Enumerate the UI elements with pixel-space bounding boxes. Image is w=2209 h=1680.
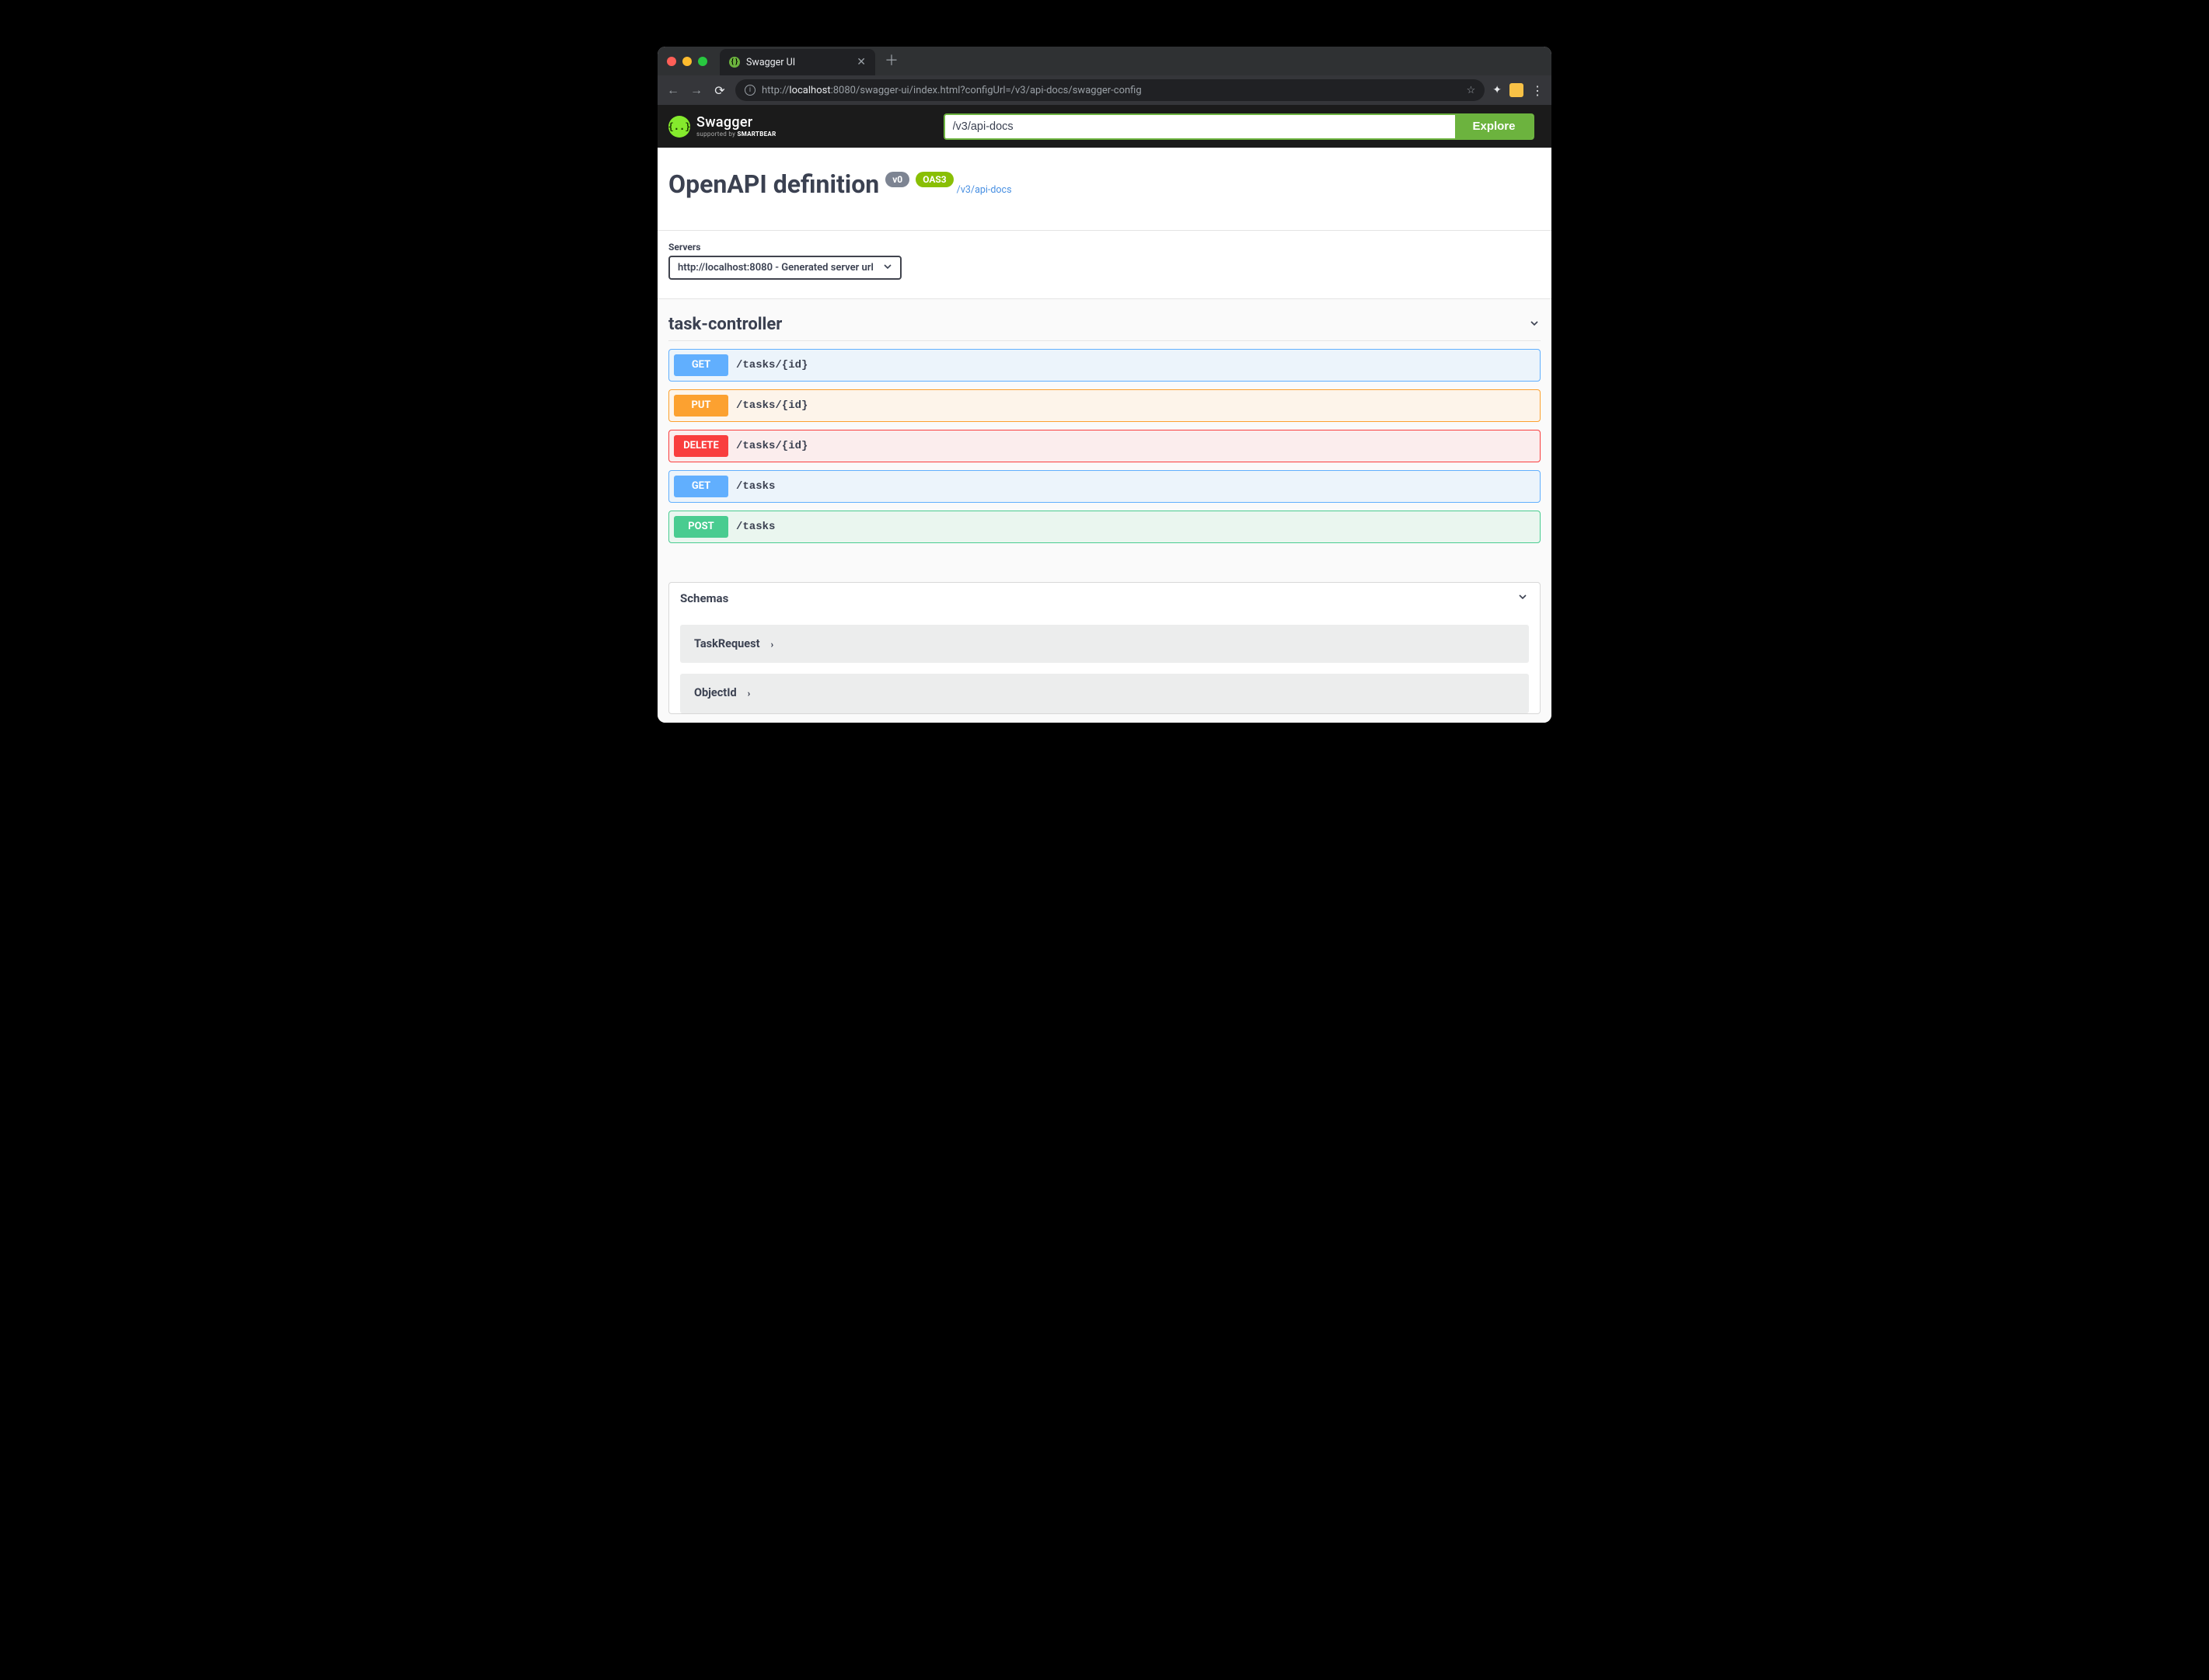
site-info-icon[interactable]: i: [745, 85, 756, 96]
schemas-heading: Schemas: [680, 591, 728, 605]
browser-window: { } Swagger UI ✕ ＋ ← → ⟳ i http://localh…: [658, 47, 1551, 723]
swagger-logo-icon: {..}: [668, 116, 690, 138]
url-host: localhost: [789, 85, 830, 96]
new-tab-button[interactable]: ＋: [885, 54, 899, 68]
tag-section: task-controller GET/tasks/{id}PUT/tasks/…: [658, 299, 1551, 559]
schemas-list: TaskRequest › ObjectId ›: [669, 625, 1540, 713]
oas-badge: OAS3: [916, 172, 954, 187]
operation-path: /tasks/{id}: [736, 440, 808, 452]
chevron-right-icon: ›: [770, 639, 773, 650]
swagger-topbar: {..} Swagger supported by SMARTBEAR Expl…: [658, 105, 1551, 148]
operation-row[interactable]: GET/tasks/{id}: [668, 349, 1541, 382]
schema-item[interactable]: TaskRequest ›: [680, 625, 1529, 663]
nav-forward-button[interactable]: →: [689, 82, 704, 98]
tab-close-icon[interactable]: ✕: [857, 57, 866, 68]
nav-back-button[interactable]: ←: [665, 82, 681, 98]
nav-reload-button[interactable]: ⟳: [712, 83, 728, 98]
servers-block: Servers http://localhost:8080 - Generate…: [658, 231, 1551, 299]
swagger-brand-text: Swagger supported by SMARTBEAR: [696, 116, 776, 138]
explore-form: Explore: [944, 113, 1534, 140]
chevron-down-icon: [1516, 591, 1529, 606]
tab-title: Swagger UI: [746, 57, 795, 68]
swagger-favicon-icon: { }: [729, 57, 740, 68]
browser-toolbar: ← → ⟳ i http://localhost:8080/swagger-ui…: [658, 75, 1551, 105]
extension-badge-icon[interactable]: [1509, 83, 1523, 97]
swagger-brand-name: Swagger: [696, 116, 776, 130]
chevron-right-icon: ›: [748, 688, 751, 699]
api-info: OpenAPI definition v0 OAS3 /v3/api-docs: [658, 148, 1551, 230]
swagger-content: OpenAPI definition v0 OAS3 /v3/api-docs …: [658, 148, 1551, 723]
tag-name: task-controller: [668, 315, 782, 334]
http-method-badge: GET: [674, 354, 728, 376]
operation-row[interactable]: GET/tasks: [668, 470, 1541, 503]
server-select[interactable]: http://localhost:8080 - Generated server…: [668, 256, 902, 280]
bookmark-star-icon[interactable]: ☆: [1467, 85, 1476, 96]
servers-label: Servers: [668, 242, 1541, 253]
address-bar[interactable]: i http://localhost:8080/swagger-ui/index…: [735, 79, 1485, 101]
url-path: :8080/swagger-ui/index.html?configUrl=/v…: [831, 85, 1142, 96]
schema-item[interactable]: ObjectId ›: [680, 674, 1529, 713]
url-scheme: http://: [762, 85, 789, 96]
schemas-header[interactable]: Schemas: [669, 583, 1540, 614]
operation-row[interactable]: POST/tasks: [668, 511, 1541, 543]
swagger-supported-by: supported by SMARTBEAR: [696, 131, 776, 138]
spec-url-input[interactable]: [945, 115, 1456, 138]
traffic-lights: [667, 57, 707, 66]
server-selected-value: http://localhost:8080 - Generated server…: [678, 262, 874, 274]
version-badge: v0: [885, 172, 909, 187]
operations-list: GET/tasks/{id}PUT/tasks/{id}DELETE/tasks…: [668, 349, 1541, 543]
api-title-row: OpenAPI definition v0 OAS3: [668, 169, 954, 199]
http-method-badge: DELETE: [674, 435, 728, 457]
operation-path: /tasks/{id}: [736, 399, 808, 412]
operation-row[interactable]: DELETE/tasks/{id}: [668, 430, 1541, 462]
tag-header[interactable]: task-controller: [668, 315, 1541, 341]
extensions-icon[interactable]: ✦: [1492, 84, 1502, 96]
url-text: http://localhost:8080/swagger-ui/index.h…: [762, 85, 1142, 96]
window-titlebar: { } Swagger UI ✕ ＋: [658, 47, 1551, 75]
schemas-section: Schemas TaskRequest › ObjectId ›: [668, 582, 1541, 714]
operation-path: /tasks: [736, 521, 775, 533]
window-minimize-button[interactable]: [682, 57, 692, 66]
swagger-logo: {..} Swagger supported by SMARTBEAR: [668, 116, 776, 138]
operation-row[interactable]: PUT/tasks/{id}: [668, 389, 1541, 422]
api-title: OpenAPI definition: [668, 169, 879, 199]
chevron-down-icon: [1528, 315, 1541, 334]
explore-button[interactable]: Explore: [1455, 115, 1532, 138]
window-zoom-button[interactable]: [698, 57, 707, 66]
window-close-button[interactable]: [667, 57, 676, 66]
http-method-badge: POST: [674, 516, 728, 538]
operation-path: /tasks/{id}: [736, 359, 808, 371]
browser-menu-icon[interactable]: ⋮: [1531, 83, 1544, 98]
operation-path: /tasks: [736, 480, 775, 493]
spec-link[interactable]: /v3/api-docs: [957, 184, 1012, 196]
schema-name: ObjectId: [694, 686, 737, 699]
http-method-badge: GET: [674, 476, 728, 497]
browser-tab[interactable]: { } Swagger UI ✕: [720, 49, 875, 75]
schema-name: TaskRequest: [694, 637, 759, 650]
http-method-badge: PUT: [674, 395, 728, 417]
chevron-down-icon: [881, 260, 894, 276]
